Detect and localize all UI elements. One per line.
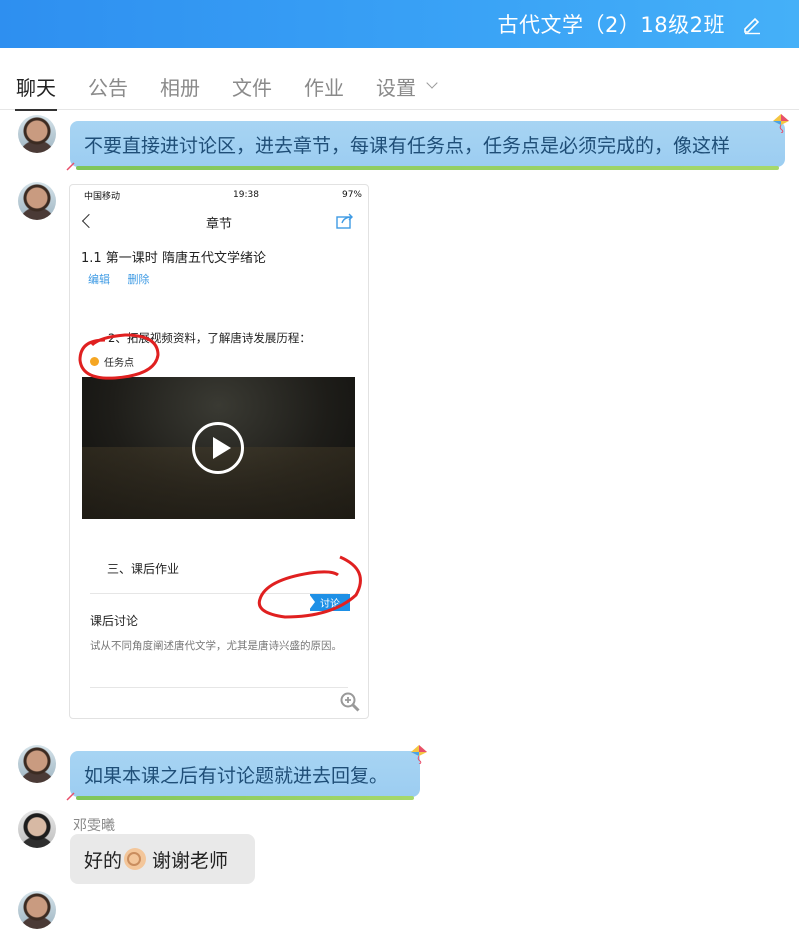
avatar[interactable] (18, 182, 56, 220)
avatar[interactable] (18, 745, 56, 783)
tab-announcement[interactable]: 公告 (88, 62, 128, 110)
message-bubble: 如果本课之后有讨论题就进去回复。 (70, 751, 420, 800)
status-time: 19:38 (233, 190, 259, 200)
section-ops: 编辑 删除 (88, 271, 164, 287)
play-icon (192, 422, 244, 474)
tab-album[interactable]: 相册 (160, 62, 200, 110)
divider (90, 687, 348, 688)
ok-hand-emoji-icon (124, 848, 147, 870)
edit-link: 编辑 (88, 273, 110, 286)
section-title: 1.1 第一课时 隋唐五代文学绪论 (81, 251, 266, 266)
video-item-title: 2、拓展视频资料，了解唐诗发展历程： (108, 331, 311, 345)
homework-heading: 三、课后作业 (107, 562, 180, 576)
sender-name: 邓雯曦 (73, 818, 115, 834)
group-title: 古代文学（2）18级2班 (497, 13, 725, 37)
avatar[interactable] (18, 810, 56, 848)
discussion-title: 课后讨论 (90, 614, 139, 628)
chat-header: 古代文学（2）18级2班 (0, 0, 799, 48)
tab-homework[interactable]: 作业 (304, 62, 344, 110)
task-dot-icon (90, 357, 99, 366)
bubble-tail-icon (66, 162, 75, 171)
message-bubble: 好的 谢谢老师 (70, 834, 255, 884)
video-thumbnail (82, 377, 355, 519)
nav-title: 章节 (205, 216, 232, 232)
message-bubble: 不要直接进讨论区，进去章节，每课有任务点，任务点是必须完成的，像这样 (70, 121, 785, 170)
kite-decoration-icon (411, 745, 427, 764)
edit-icon[interactable] (741, 13, 763, 35)
phone-nav-bar: 章节 (70, 205, 368, 239)
bubble-tail-icon (66, 792, 75, 801)
tab-settings[interactable]: 设置 (376, 62, 438, 110)
status-battery: 97% (341, 190, 362, 200)
tab-chat[interactable]: 聊天 (15, 62, 57, 111)
tab-files[interactable]: 文件 (232, 62, 272, 110)
phone-status-bar: 中国移动 19:38 97% (70, 185, 368, 205)
chevron-down-icon (426, 77, 438, 89)
kite-decoration-icon (773, 114, 789, 133)
discussion-description: 试从不同角度阐述唐代文学，尤其是唐诗兴盛的原因。 (90, 640, 342, 652)
tab-bar: 聊天 公告 相册 文件 作业 设置 (0, 62, 799, 111)
chapter-screenshot-image[interactable]: 中国移动 19:38 97% 章节 1.1 第一课时 隋唐五代文学绪论 编辑 删… (69, 184, 369, 719)
share-icon (336, 213, 353, 229)
status-carrier: 中国移动 (84, 191, 121, 202)
task-point-badge: 任务点 (90, 354, 134, 369)
avatar[interactable] (18, 115, 56, 153)
discussion-tag: 讨论 (309, 594, 350, 611)
delete-link: 删除 (127, 273, 150, 286)
back-icon (81, 213, 97, 229)
zoom-in-icon (340, 692, 360, 712)
